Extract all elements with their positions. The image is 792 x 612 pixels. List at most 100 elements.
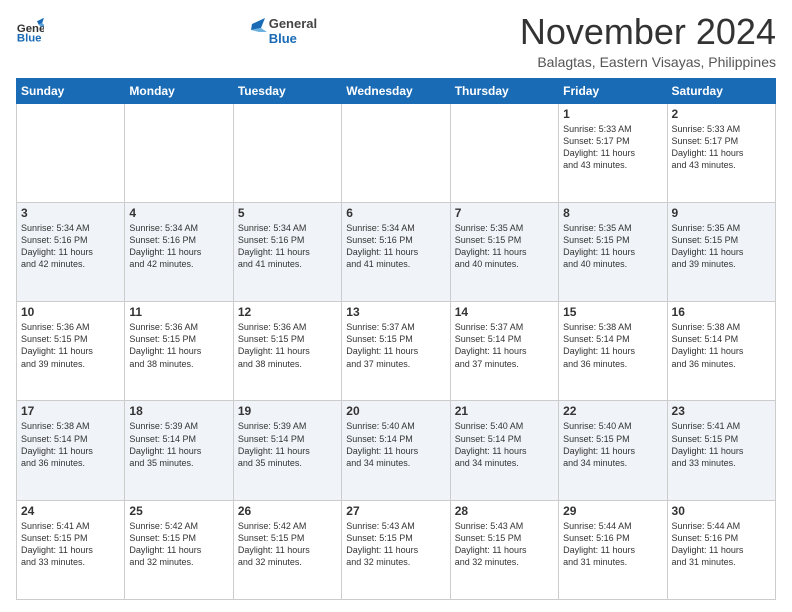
day-info: Sunrise: 5:38 AM Sunset: 5:14 PM Dayligh… bbox=[563, 321, 662, 370]
calendar-cell: 18Sunrise: 5:39 AM Sunset: 5:14 PM Dayli… bbox=[125, 401, 233, 500]
day-number: 24 bbox=[21, 504, 120, 518]
day-info: Sunrise: 5:34 AM Sunset: 5:16 PM Dayligh… bbox=[238, 222, 337, 271]
logo-blue: Blue bbox=[269, 31, 317, 46]
day-number: 25 bbox=[129, 504, 228, 518]
weekday-header: Monday bbox=[125, 78, 233, 103]
day-info: Sunrise: 5:43 AM Sunset: 5:15 PM Dayligh… bbox=[346, 520, 445, 569]
calendar-cell: 7Sunrise: 5:35 AM Sunset: 5:15 PM Daylig… bbox=[450, 202, 558, 301]
day-number: 4 bbox=[129, 206, 228, 220]
day-info: Sunrise: 5:44 AM Sunset: 5:16 PM Dayligh… bbox=[563, 520, 662, 569]
day-info: Sunrise: 5:40 AM Sunset: 5:14 PM Dayligh… bbox=[455, 420, 554, 469]
calendar-cell bbox=[450, 103, 558, 202]
calendar-cell: 16 Sunrise: 5:38 AM Sunset: 5:14 PM Dayli… bbox=[667, 302, 775, 401]
weekday-header: Sunday bbox=[17, 78, 125, 103]
calendar-cell: 22 Sunrise: 5:40 AM Sunset: 5:15 PM Dayli… bbox=[559, 401, 667, 500]
day-number: 5 bbox=[238, 206, 337, 220]
day-info: Sunrise: 5:36 AM Sunset: 5:15 PM Dayligh… bbox=[21, 321, 120, 370]
calendar-cell: 12 Sunrise: 5:36 AM Sunset: 5:15 PM Dayli… bbox=[233, 302, 341, 401]
day-info: Sunrise: 5:36 AM Sunset: 5:15 PM Dayligh… bbox=[238, 321, 337, 370]
logo-general: General bbox=[269, 16, 317, 31]
day-number: 20 bbox=[346, 404, 445, 418]
calendar-cell: 17 Sunrise: 5:38 AM Sunset: 5:14 PM Dayli… bbox=[17, 401, 125, 500]
day-number: 2 bbox=[672, 107, 771, 121]
calendar-cell: 19Sunrise: 5:39 AM Sunset: 5:14 PM Dayli… bbox=[233, 401, 341, 500]
weekday-header: Thursday bbox=[450, 78, 558, 103]
calendar-cell: 6 Sunrise: 5:34 AM Sunset: 5:16 PM Daylig… bbox=[342, 202, 450, 301]
day-info: Sunrise: 5:34 AM Sunset: 5:16 PM Dayligh… bbox=[346, 222, 445, 271]
day-number: 15 bbox=[563, 305, 662, 319]
calendar-cell: 5 Sunrise: 5:34 AM Sunset: 5:16 PM Daylig… bbox=[233, 202, 341, 301]
calendar-cell bbox=[17, 103, 125, 202]
day-number: 23 bbox=[672, 404, 771, 418]
day-number: 26 bbox=[238, 504, 337, 518]
day-info: Sunrise: 5:38 AM Sunset: 5:14 PM Dayligh… bbox=[21, 420, 120, 469]
day-info: Sunrise: 5:33 AM Sunset: 5:17 PM Dayligh… bbox=[563, 123, 662, 172]
day-info: Sunrise: 5:37 AM Sunset: 5:15 PM Dayligh… bbox=[346, 321, 445, 370]
weekday-header: Saturday bbox=[667, 78, 775, 103]
day-number: 30 bbox=[672, 504, 771, 518]
logo-bird-icon bbox=[247, 14, 267, 48]
day-number: 3 bbox=[21, 206, 120, 220]
calendar-cell: 27Sunrise: 5:43 AM Sunset: 5:15 PM Dayli… bbox=[342, 500, 450, 599]
day-info: Sunrise: 5:43 AM Sunset: 5:15 PM Dayligh… bbox=[455, 520, 554, 569]
calendar-cell bbox=[233, 103, 341, 202]
calendar-cell: 21 Sunrise: 5:40 AM Sunset: 5:14 PM Dayli… bbox=[450, 401, 558, 500]
calendar-cell: 29 Sunrise: 5:44 AM Sunset: 5:16 PM Dayli… bbox=[559, 500, 667, 599]
calendar-cell: 24 Sunrise: 5:41 AM Sunset: 5:15 PM Dayli… bbox=[17, 500, 125, 599]
day-number: 8 bbox=[563, 206, 662, 220]
calendar-cell: 30Sunrise: 5:44 AM Sunset: 5:16 PM Dayli… bbox=[667, 500, 775, 599]
calendar-cell: 26 Sunrise: 5:42 AM Sunset: 5:15 PM Dayli… bbox=[233, 500, 341, 599]
location: Balagtas, Eastern Visayas, Philippines bbox=[520, 54, 776, 70]
title-block: November 2024 Balagtas, Eastern Visayas,… bbox=[520, 12, 776, 70]
day-number: 9 bbox=[672, 206, 771, 220]
day-number: 29 bbox=[563, 504, 662, 518]
day-number: 19 bbox=[238, 404, 337, 418]
calendar-cell: 11 Sunrise: 5:36 AM Sunset: 5:15 PM Dayli… bbox=[125, 302, 233, 401]
calendar-cell: 8 Sunrise: 5:35 AM Sunset: 5:15 PM Daylig… bbox=[559, 202, 667, 301]
day-info: Sunrise: 5:42 AM Sunset: 5:15 PM Dayligh… bbox=[238, 520, 337, 569]
calendar-cell: 10 Sunrise: 5:36 AM Sunset: 5:15 PM Dayli… bbox=[17, 302, 125, 401]
day-info: Sunrise: 5:40 AM Sunset: 5:15 PM Dayligh… bbox=[563, 420, 662, 469]
day-number: 28 bbox=[455, 504, 554, 518]
day-info: Sunrise: 5:41 AM Sunset: 5:15 PM Dayligh… bbox=[21, 520, 120, 569]
day-info: Sunrise: 5:33 AM Sunset: 5:17 PM Dayligh… bbox=[672, 123, 771, 172]
day-info: Sunrise: 5:34 AM Sunset: 5:16 PM Dayligh… bbox=[129, 222, 228, 271]
calendar-cell: 25Sunrise: 5:42 AM Sunset: 5:15 PM Dayli… bbox=[125, 500, 233, 599]
svg-text:Blue: Blue bbox=[17, 32, 42, 44]
calendar-cell: 23 Sunrise: 5:41 AM Sunset: 5:15 PM Dayli… bbox=[667, 401, 775, 500]
day-number: 17 bbox=[21, 404, 120, 418]
day-number: 21 bbox=[455, 404, 554, 418]
day-number: 12 bbox=[238, 305, 337, 319]
logo: General Blue bbox=[16, 16, 44, 44]
day-info: Sunrise: 5:35 AM Sunset: 5:15 PM Dayligh… bbox=[563, 222, 662, 271]
day-number: 7 bbox=[455, 206, 554, 220]
calendar-cell: 9 Sunrise: 5:35 AM Sunset: 5:15 PM Daylig… bbox=[667, 202, 775, 301]
day-number: 11 bbox=[129, 305, 228, 319]
calendar-cell: 15 Sunrise: 5:38 AM Sunset: 5:14 PM Dayli… bbox=[559, 302, 667, 401]
calendar-cell bbox=[342, 103, 450, 202]
calendar-cell: 28 Sunrise: 5:43 AM Sunset: 5:15 PM Dayli… bbox=[450, 500, 558, 599]
day-number: 6 bbox=[346, 206, 445, 220]
calendar-table: SundayMondayTuesdayWednesdayThursdayFrid… bbox=[16, 78, 776, 600]
day-info: Sunrise: 5:41 AM Sunset: 5:15 PM Dayligh… bbox=[672, 420, 771, 469]
day-number: 18 bbox=[129, 404, 228, 418]
day-number: 10 bbox=[21, 305, 120, 319]
day-info: Sunrise: 5:37 AM Sunset: 5:14 PM Dayligh… bbox=[455, 321, 554, 370]
day-number: 22 bbox=[563, 404, 662, 418]
day-number: 13 bbox=[346, 305, 445, 319]
calendar-cell: 2 Sunrise: 5:33 AM Sunset: 5:17 PM Daylig… bbox=[667, 103, 775, 202]
day-number: 1 bbox=[563, 107, 662, 121]
calendar-cell: 4 Sunrise: 5:34 AM Sunset: 5:16 PM Daylig… bbox=[125, 202, 233, 301]
page: General Blue General Blue November 2024 … bbox=[0, 0, 792, 612]
day-info: Sunrise: 5:38 AM Sunset: 5:14 PM Dayligh… bbox=[672, 321, 771, 370]
day-info: Sunrise: 5:36 AM Sunset: 5:15 PM Dayligh… bbox=[129, 321, 228, 370]
header: General Blue General Blue November 2024 … bbox=[16, 12, 776, 70]
calendar-cell: 3Sunrise: 5:34 AM Sunset: 5:16 PM Daylig… bbox=[17, 202, 125, 301]
day-number: 14 bbox=[455, 305, 554, 319]
calendar-cell: 1 Sunrise: 5:33 AM Sunset: 5:17 PM Daylig… bbox=[559, 103, 667, 202]
day-number: 16 bbox=[672, 305, 771, 319]
logo-container: General Blue bbox=[247, 14, 317, 48]
weekday-header: Tuesday bbox=[233, 78, 341, 103]
logo-text-block: General Blue bbox=[247, 14, 317, 48]
day-info: Sunrise: 5:35 AM Sunset: 5:15 PM Dayligh… bbox=[672, 222, 771, 271]
